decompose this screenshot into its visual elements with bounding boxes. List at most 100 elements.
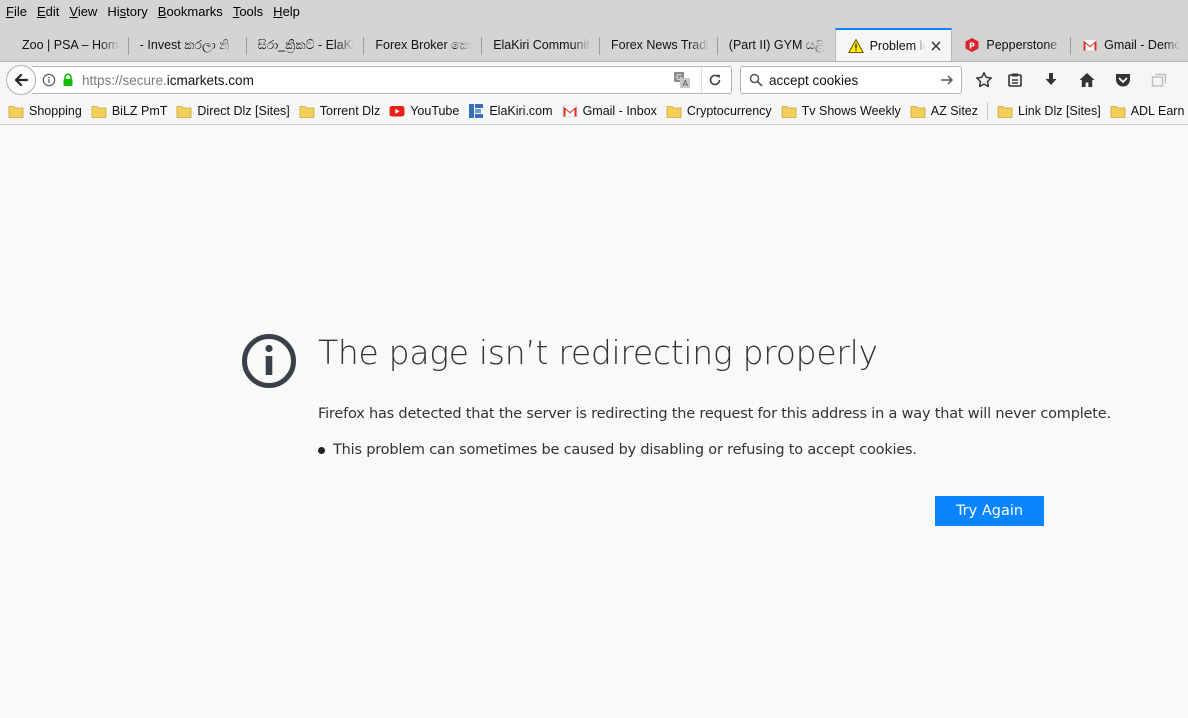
- back-button[interactable]: [6, 65, 36, 95]
- home-button[interactable]: [1076, 70, 1098, 90]
- nav-bar: https://secure.icmarkets.com GA: [0, 62, 1188, 98]
- bookmark-item[interactable]: Cryptocurrency: [666, 103, 772, 119]
- bookmark-label: Torrent Dlz: [319, 104, 381, 118]
- bookmark-label: ADL Earn: [1130, 104, 1185, 118]
- info-circle-icon: [242, 334, 296, 388]
- bookmark-label: Tv Shows Weekly: [801, 104, 901, 118]
- bookmark-label: Cryptocurrency: [686, 104, 772, 118]
- folder-icon: [666, 103, 682, 119]
- tab-active[interactable]: Problem lo: [834, 28, 953, 61]
- svg-text:P: P: [969, 42, 975, 51]
- error-hint-item: This problem can sometimes be caused by …: [318, 442, 917, 458]
- menu-item[interactable]: Edit: [33, 4, 63, 19]
- menu-item[interactable]: View: [65, 4, 101, 19]
- download-icon: [1045, 73, 1057, 85]
- gmail-icon: [1082, 37, 1098, 53]
- pepperstone-icon: P: [964, 37, 980, 53]
- folder-icon: [299, 103, 315, 119]
- menu-bar: File Edit View History Bookmarks Tools Help: [0, 0, 1188, 22]
- url-prefix: https://secure.: [82, 72, 167, 88]
- search-icon: [749, 73, 763, 87]
- tab-label: සිරා_ක්‍රිකට් - ElaKi: [257, 37, 355, 52]
- tab[interactable]: - Invest කරලා නි: [127, 29, 246, 61]
- bookmark-item[interactable]: ADL Earn: [1110, 103, 1185, 119]
- bookmark-item[interactable]: Torrent Dlz: [299, 103, 380, 119]
- info-icon[interactable]: [42, 73, 56, 87]
- tab-label: Forex Broker කො: [375, 37, 474, 52]
- synced-tabs-icon: [1151, 73, 1167, 87]
- bookmark-item[interactable]: ElaKiri.com: [468, 103, 553, 119]
- bookmark-separator: [987, 102, 989, 120]
- close-icon[interactable]: [929, 39, 943, 53]
- bookmark-item[interactable]: Link Dlz [Sites]: [997, 103, 1101, 119]
- bookmark-label: Gmail - Inbox: [582, 104, 657, 118]
- search-go-arrow-icon[interactable]: [939, 72, 955, 88]
- tab[interactable]: Gmail - Demo: [1070, 29, 1188, 61]
- reload-button[interactable]: [701, 67, 727, 93]
- back-arrow-icon: [14, 73, 29, 87]
- menu-item[interactable]: Tools: [229, 4, 267, 19]
- tab-label: Forex News Trading: [610, 38, 709, 52]
- tab[interactable]: Forex Broker කො: [363, 29, 481, 61]
- url-text[interactable]: https://secure.icmarkets.com: [82, 73, 673, 88]
- warning-icon: [847, 38, 864, 54]
- bookmark-label: Shopping: [29, 104, 82, 118]
- url-host: icmarkets.com: [166, 72, 254, 88]
- reload-icon: [709, 74, 720, 86]
- tab-label: Problem lo: [869, 39, 926, 53]
- folder-icon: [176, 103, 192, 119]
- tab[interactable]: Zoo | PSA – Home: [10, 29, 128, 61]
- bookmark-label: BiLZ PmT: [111, 104, 168, 118]
- bookmark-label: ElaKiri.com: [489, 104, 553, 118]
- bullet: [318, 446, 325, 454]
- youtube-icon: [389, 103, 405, 119]
- folder-icon: [781, 103, 797, 119]
- bookmark-item[interactable]: Direct Dlz [Sites]: [176, 103, 290, 119]
- tab-strip: Zoo | PSA – Home - Invest කරලා නි සිරා_ක්‍…: [0, 22, 1188, 62]
- bookmark-star-button[interactable]: [973, 70, 995, 90]
- tab[interactable]: P Pepperstone | S: [952, 29, 1070, 61]
- search-bar[interactable]: [740, 66, 962, 94]
- downloads-button[interactable]: [1040, 70, 1062, 90]
- pocket-icon: [1116, 74, 1130, 87]
- error-hint: This problem can sometimes be caused by …: [333, 442, 917, 458]
- folder-icon: [8, 103, 24, 119]
- menu-item[interactable]: File: [2, 4, 31, 19]
- bookmark-item[interactable]: Gmail - Inbox: [562, 103, 657, 119]
- menu-item[interactable]: Help: [269, 4, 304, 19]
- tab-label: (Part II) GYM යළි -: [728, 37, 827, 52]
- bookmark-label: YouTube: [410, 104, 460, 118]
- search-input[interactable]: [769, 72, 939, 88]
- lock-icon[interactable]: [62, 73, 74, 87]
- bookmark-label: Direct Dlz [Sites]: [197, 104, 290, 118]
- bookmark-item[interactable]: BiLZ PmT: [91, 103, 168, 119]
- folder-icon: [1110, 103, 1126, 119]
- tab[interactable]: ElaKiri Community: [481, 29, 599, 61]
- bookmark-item[interactable]: AZ Sitez: [910, 103, 978, 119]
- clipboard-icon: [1008, 73, 1022, 87]
- svg-text:A: A: [683, 79, 689, 88]
- home-icon: [1079, 73, 1095, 87]
- bookmark-item[interactable]: YouTube: [389, 103, 459, 119]
- star-icon: [976, 72, 992, 88]
- bookmark-item[interactable]: Shopping: [8, 103, 82, 119]
- tab-label: Pepperstone | S: [986, 38, 1062, 52]
- error-description: Firefox has detected that the server is …: [318, 406, 1111, 422]
- tab[interactable]: (Part II) GYM යළි -: [716, 29, 835, 61]
- translate-icon[interactable]: GA: [673, 71, 691, 89]
- menu-item[interactable]: History: [103, 4, 151, 19]
- pocket-button[interactable]: [1112, 70, 1134, 90]
- tab[interactable]: සිරා_ක්‍රිකට් - ElaKi: [245, 29, 364, 61]
- try-again-button[interactable]: Try Again: [935, 496, 1044, 526]
- reading-list-button[interactable]: [1004, 70, 1026, 90]
- folder-icon: [997, 103, 1013, 119]
- tab[interactable]: Forex News Trading: [598, 29, 717, 61]
- gmail-icon: [562, 103, 578, 119]
- folder-icon: [91, 103, 107, 119]
- menu-item[interactable]: Bookmarks: [154, 4, 227, 19]
- error-page: The page isn’t redirecting properly Fire…: [0, 126, 1188, 718]
- url-bar[interactable]: https://secure.icmarkets.com GA: [32, 66, 732, 94]
- tab-label: - Invest කරලා නි: [139, 37, 230, 52]
- synced-tabs-button[interactable]: [1148, 70, 1170, 90]
- bookmark-item[interactable]: Tv Shows Weekly: [781, 103, 901, 119]
